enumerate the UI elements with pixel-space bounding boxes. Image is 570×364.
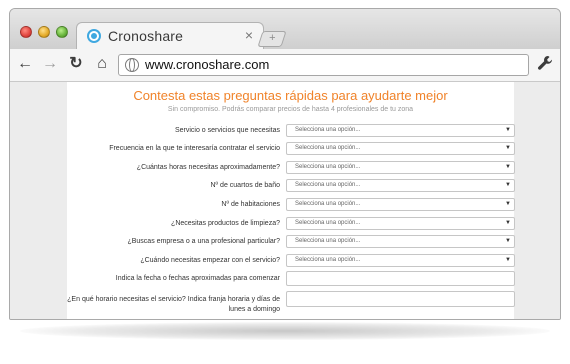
question-label: Nº de habitaciones (221, 201, 280, 208)
window-shadow (20, 322, 550, 340)
form-heading: Contesta estas preguntas rápidas para ay… (133, 88, 448, 103)
form-subheading: Sin compromiso. Podrás comparar precios … (167, 106, 414, 113)
page-content: Contesta estas preguntas rápidas para ay… (10, 82, 560, 319)
dropdown-arrow-icon: ▼ (505, 257, 511, 263)
select-placeholder: Selecciona una opción... (295, 238, 361, 244)
close-window-button[interactable] (20, 26, 32, 38)
cleaning-products-select[interactable]: Selecciona una opción... ▼ (286, 217, 515, 230)
bedrooms-select[interactable]: Selecciona una opción... ▼ (286, 198, 515, 211)
dropdown-arrow-icon: ▼ (505, 182, 511, 188)
browser-window: Cronoshare × + ← → ↻ ⌂ www.cronoshare.co… (9, 8, 561, 320)
question-label: ¿Cuándo necesitas empezar con el servici… (140, 257, 280, 264)
dropdown-arrow-icon: ▼ (505, 145, 511, 151)
question-label: ¿En qué horario necesitas el servicio? I… (67, 296, 280, 313)
cronoshare-favicon-icon (87, 29, 101, 43)
select-placeholder: Selecciona una opción... (295, 145, 361, 151)
forward-arrow-icon[interactable]: → (40, 54, 60, 74)
globe-icon (125, 58, 139, 72)
hours-select[interactable]: Selecciona una opción... ▼ (286, 161, 515, 174)
schedule-input[interactable] (286, 291, 515, 307)
dropdown-arrow-icon: ▼ (505, 201, 511, 207)
questionnaire-form: Contesta estas preguntas rápidas para ay… (67, 82, 515, 319)
back-arrow-icon[interactable]: ← (15, 54, 35, 74)
start-time-select[interactable]: Selecciona una opción... ▼ (286, 254, 515, 267)
address-bar[interactable]: www.cronoshare.com (118, 54, 529, 76)
tab-title: Cronoshare (108, 28, 184, 44)
tab-close-icon[interactable]: × (245, 27, 253, 43)
select-placeholder: Selecciona una opción... (295, 220, 361, 226)
select-placeholder: Selecciona una opción... (295, 201, 361, 207)
browser-tab[interactable]: Cronoshare × (76, 22, 264, 50)
question-label: Indica la fecha o fechas aproximadas par… (115, 275, 280, 282)
question-label: ¿Buscas empresa o a una profesional part… (127, 238, 280, 245)
bathrooms-select[interactable]: Selecciona una opción... ▼ (286, 179, 515, 192)
select-placeholder: Selecciona una opción... (295, 257, 361, 263)
select-placeholder: Selecciona una opción... (295, 127, 361, 133)
question-label: Servicio o servicios que necesitas (174, 127, 280, 134)
dropdown-arrow-icon: ▼ (505, 220, 511, 226)
reload-icon[interactable]: ↻ (66, 54, 86, 74)
frequency-select[interactable]: Selecciona una opción... ▼ (286, 142, 515, 155)
new-tab-button[interactable]: + (257, 31, 287, 47)
dropdown-arrow-icon: ▼ (505, 164, 511, 170)
maximize-window-button[interactable] (56, 26, 68, 38)
select-placeholder: Selecciona una opción... (295, 164, 361, 170)
provider-type-select[interactable]: Selecciona una opción... ▼ (286, 235, 515, 248)
question-label: Frecuencia en la que te interesaría cont… (109, 145, 280, 152)
dropdown-arrow-icon: ▼ (505, 238, 511, 244)
browser-toolbar: ← → ↻ ⌂ www.cronoshare.com (10, 49, 560, 82)
service-select[interactable]: Selecciona una opción... ▼ (286, 124, 515, 137)
select-placeholder: Selecciona una opción... (295, 182, 361, 188)
wrench-menu-icon[interactable] (536, 55, 554, 73)
question-label: ¿Necesitas productos de limpieza? (171, 220, 280, 227)
question-label: Nº de cuartos de baño (210, 182, 281, 189)
minimize-window-button[interactable] (38, 26, 50, 38)
title-bar: Cronoshare × + (10, 9, 560, 50)
start-date-input[interactable] (286, 271, 515, 286)
dropdown-arrow-icon: ▼ (505, 127, 511, 133)
home-icon[interactable]: ⌂ (92, 54, 112, 74)
url-text[interactable]: www.cronoshare.com (145, 57, 269, 72)
question-label: ¿Cuántas horas necesitas aproximadamente… (136, 164, 280, 171)
plus-icon: + (268, 32, 276, 44)
